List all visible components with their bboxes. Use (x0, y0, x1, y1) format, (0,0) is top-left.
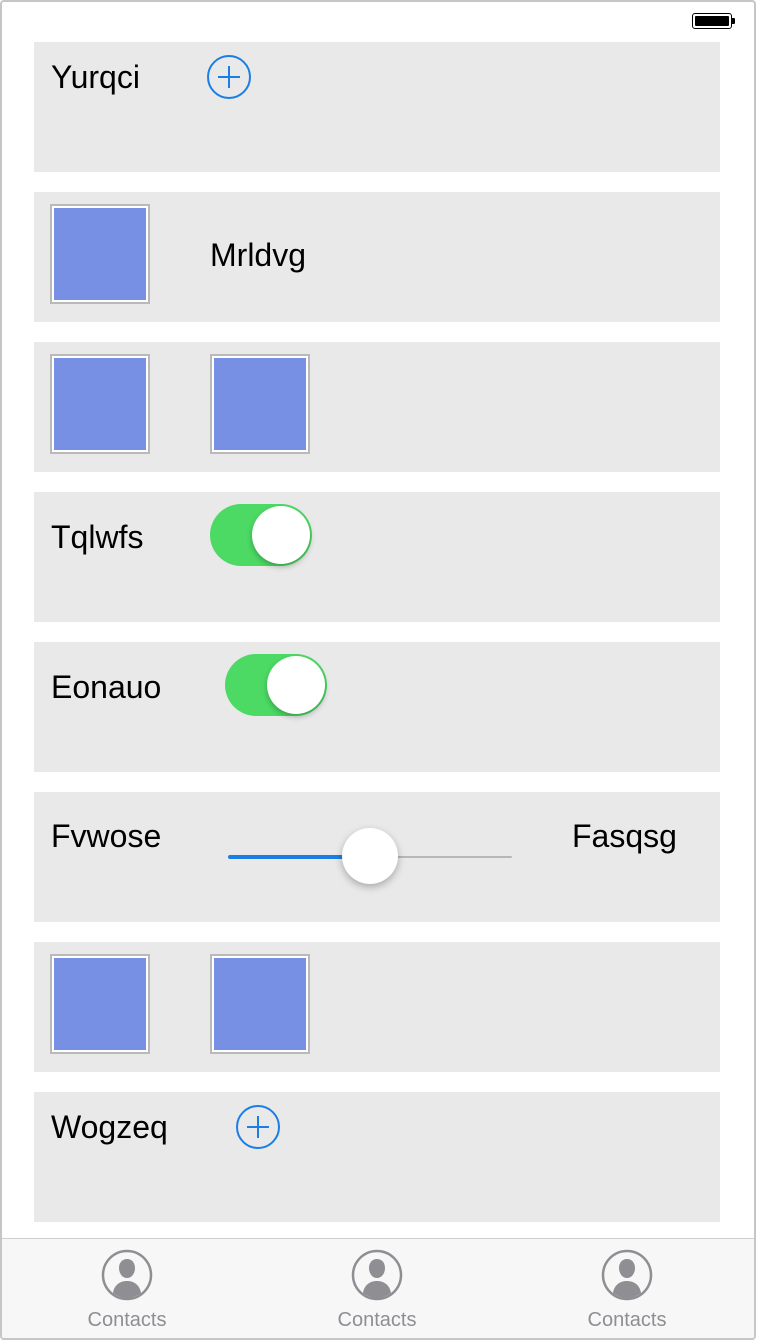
tab-bar: Contacts Contacts Contacts (2, 1238, 754, 1338)
slider-value-label: Fasqsg (572, 818, 677, 854)
image-thumbnail[interactable] (50, 354, 150, 454)
add-circle-icon[interactable] (236, 1105, 280, 1149)
tab-contacts-2[interactable]: Contacts (252, 1239, 502, 1338)
app-screen: Yurqci Mrldvg Tqlwfs Eonauo Fvwose Fasqs… (0, 0, 756, 1340)
row-wogzeq: Wogzeq (34, 1092, 720, 1222)
tab-contacts-1[interactable]: Contacts (2, 1239, 252, 1338)
tab-contacts-3[interactable]: Contacts (502, 1239, 752, 1338)
contact-icon (351, 1249, 403, 1301)
row-tqlwfs: Tqlwfs (34, 492, 720, 622)
image-thumbnail[interactable] (210, 954, 310, 1054)
tab-label: Contacts (87, 1309, 167, 1331)
row-thumbnails (34, 342, 720, 472)
row-label: Eonauo (51, 669, 162, 705)
row-eonauo: Eonauo (34, 642, 720, 772)
value-slider[interactable] (228, 814, 512, 884)
row-label: Yurqci (51, 59, 140, 95)
image-thumbnail[interactable] (210, 354, 310, 454)
contact-icon (601, 1249, 653, 1301)
row-fvwose: Fvwose Fasqsg (34, 792, 720, 922)
switch-knob (252, 506, 310, 564)
slider-handle[interactable] (342, 828, 398, 884)
contact-icon (101, 1249, 153, 1301)
row-label: Wogzeq (51, 1109, 168, 1145)
battery-icon (692, 13, 735, 31)
toggle-switch[interactable] (210, 504, 312, 566)
switch-knob (267, 656, 325, 714)
image-thumbnail[interactable] (50, 954, 150, 1054)
row-yurqci: Yurqci (34, 42, 720, 172)
row-thumbnails (34, 942, 720, 1072)
toggle-switch[interactable] (225, 654, 327, 716)
tab-label: Contacts (587, 1309, 667, 1331)
row-mrldvg: Mrldvg (34, 192, 720, 322)
add-circle-icon[interactable] (207, 55, 251, 99)
tab-label: Contacts (337, 1309, 417, 1331)
row-label: Fvwose (51, 818, 162, 854)
row-label: Tqlwfs (51, 519, 144, 555)
row-label: Mrldvg (210, 237, 307, 273)
image-thumbnail[interactable] (50, 204, 150, 304)
